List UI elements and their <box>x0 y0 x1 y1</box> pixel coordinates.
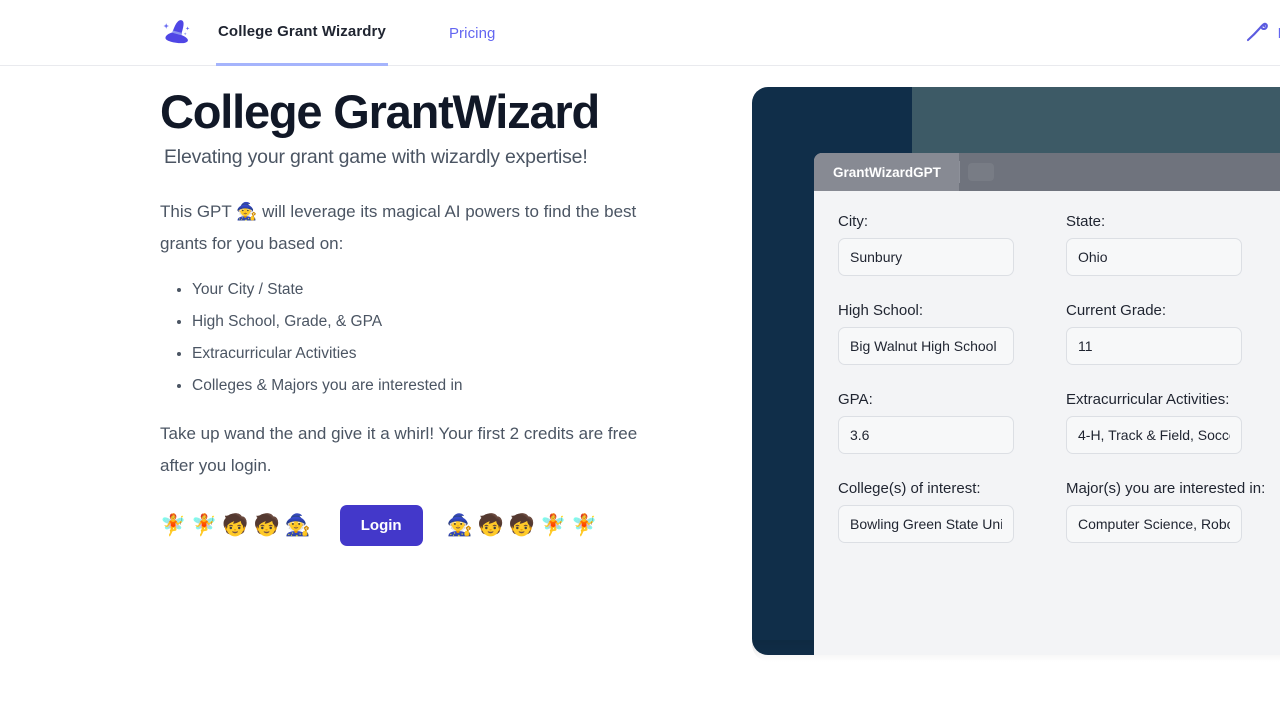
browser-mockup: GrantWizardGPT City: State: High School:… <box>814 153 1280 655</box>
field-label: Major(s) you are interested in: <box>1066 480 1266 497</box>
majors-of-interest-input[interactable] <box>1066 505 1242 543</box>
decorative-teal-band <box>912 87 1280 153</box>
new-tab-button[interactable] <box>968 163 994 181</box>
grant-form: City: State: High School: Current Grade:… <box>814 191 1280 543</box>
tab-divider <box>959 161 960 183</box>
page-root: College Grant Wizardry Pricing L College… <box>0 0 1280 720</box>
login-nav-action[interactable]: L <box>1244 0 1280 66</box>
list-item: Extracurricular Activities <box>192 338 680 370</box>
field-label: State: <box>1066 213 1106 230</box>
browser-tabbar: GrantWizardGPT <box>814 153 1280 191</box>
field-label: High School: <box>838 302 924 319</box>
gpa-input[interactable] <box>838 416 1014 454</box>
hero-feature-list: Your City / State High School, Grade, & … <box>192 274 680 402</box>
decorative-emoji-left: 🧚🧚🧒🧒🧙 <box>160 514 316 537</box>
hero-subtitle: Elevating your grant game with wizardly … <box>164 145 588 168</box>
cta-row: 🧚🧚🧒🧒🧙 Login 🧙🧒🧒🧚🧚 <box>160 505 602 546</box>
field-label: City: <box>838 213 868 230</box>
list-item: Colleges & Majors you are interested in <box>192 370 680 402</box>
hero-section: College GrantWizard Elevating your grant… <box>160 85 680 482</box>
form-field-gpa: GPA: <box>838 391 1066 454</box>
nav-link-pricing[interactable]: Pricing <box>447 0 498 66</box>
form-field-colleges-of-interest: College(s) of interest: <box>838 480 1066 543</box>
form-field-majors-of-interest: Major(s) you are interested in: <box>1066 480 1280 543</box>
hero-paragraph-secondary: Take up wand the and give it a whirl! Yo… <box>160 423 638 475</box>
extracurricular-activities-input[interactable] <box>1066 416 1242 454</box>
colleges-of-interest-input[interactable] <box>838 505 1014 543</box>
wizard-hat-icon[interactable] <box>158 14 196 52</box>
high-school-input[interactable] <box>838 327 1014 365</box>
field-label: Extracurricular Activities: <box>1066 391 1230 408</box>
decorative-emoji-right: 🧙🧒🧒🧚🧚 <box>446 514 603 537</box>
hero-paragraph: This GPT 🧙 will leverage its magical AI … <box>160 201 637 253</box>
nav-links: College Grant Wizardry Pricing <box>216 0 498 66</box>
field-label: Current Grade: <box>1066 302 1167 319</box>
list-item: High School, Grade, & GPA <box>192 306 680 338</box>
nav-spacer <box>388 0 447 66</box>
list-item: Your City / State <box>192 274 680 306</box>
login-button[interactable]: Login <box>339 505 423 546</box>
field-label: College(s) of interest: <box>838 480 981 497</box>
city-input[interactable] <box>838 238 1014 276</box>
current-grade-input[interactable] <box>1066 327 1242 365</box>
form-field-city: City: <box>838 213 1066 276</box>
top-navbar: College Grant Wizardry Pricing L <box>0 0 1280 66</box>
form-field-state: State: <box>1066 213 1280 276</box>
field-label: GPA: <box>838 391 873 408</box>
nav-link-college-grant-wizardry[interactable]: College Grant Wizardry <box>216 0 388 66</box>
magic-wand-icon <box>1244 18 1270 49</box>
form-field-current-grade: Current Grade: <box>1066 302 1280 365</box>
browser-tab-grantwizardgpt[interactable]: GrantWizardGPT <box>814 153 959 191</box>
form-field-high-school: High School: <box>838 302 1066 365</box>
state-input[interactable] <box>1066 238 1242 276</box>
form-field-extracurricular-activities: Extracurricular Activities: <box>1066 391 1280 454</box>
page-title: College GrantWizard <box>160 85 600 138</box>
